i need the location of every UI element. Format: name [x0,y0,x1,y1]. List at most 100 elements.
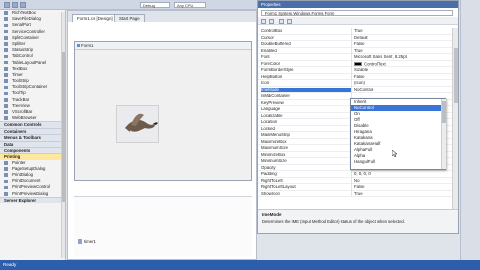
properties-icon[interactable] [279,18,284,24]
property-name: IsMdiContainer [261,94,290,98]
form-titlebar: Form1 [75,42,251,50]
control-icon [4,116,8,121]
property-value-text: True [354,191,363,196]
description-title: ImeMode [262,212,282,217]
timer-icon [78,239,82,244]
property-value[interactable]: True [354,29,450,33]
control-icon [4,91,8,96]
toolbox-item[interactable]: WebBrowser [0,115,65,121]
property-name: RightToLeftLayout [261,185,296,189]
toolbox-item-label: PrintPreviewDialog [12,190,49,196]
property-value[interactable]: Default [354,36,450,40]
control-icon [4,104,8,108]
property-value-text: Default [354,35,368,40]
property-value-text: 0, 0, 0, 0 [354,172,371,176]
property-name: DoubleBuffered [261,42,291,46]
property-value-text: True [354,48,363,53]
property-name: ImeMode [261,87,351,92]
property-name: MaximumSize [261,146,288,150]
properties-toolbar [258,17,458,25]
property-name: Font [261,55,270,59]
tab-form-design[interactable]: Form1.cs [Design] [72,14,118,22]
property-row[interactable]: ShowIcon True [258,190,452,197]
toolbox-item-label: ToolTip [12,90,26,96]
imemode-dropdown[interactable]: Inherit NoControl On Off Disable Hiragana Kata… [350,98,446,170]
property-value[interactable]: ControlText [354,61,450,67]
toolbar-button[interactable] [12,2,18,8]
control-icon [4,36,8,40]
control-icon [4,48,8,53]
toolbox-item-label: TreeView [12,102,30,108]
platform-select[interactable]: Any CPU [174,2,206,8]
config-select[interactable]: Debug [140,2,170,8]
form-icon [77,44,80,47]
control-icon [4,110,8,114]
toolbox-scrollbar[interactable] [61,12,65,258]
component-tray: timer1 [74,196,252,256]
toolbar-button[interactable] [4,2,10,8]
toolbox-item-label: Splitter [12,40,26,46]
alphabetical-icon[interactable] [269,18,274,24]
property-value[interactable]: Sizable [354,68,450,72]
property-value-text: ControlText [364,61,386,66]
property-name: Opacity [261,165,276,170]
control-icon [4,17,8,22]
property-name: MinimizeBox [261,152,286,157]
property-value[interactable]: True [354,192,450,196]
toolbar-button[interactable] [20,2,26,8]
toolbox-panel: RichTextBox SaveFileDialog SerialPort Servi… [0,10,66,260]
toolbox-item-label: Timer [12,71,23,77]
property-name: Cursor [261,35,274,40]
property-value[interactable]: Microsoft Sans Serif, 8.25pt [354,55,450,59]
object-selector[interactable]: Form1 System.Windows.Forms.Form [261,10,453,16]
mouse-cursor-icon [392,150,398,157]
toolbox-item-label: PageSetupDialog [12,165,46,171]
goose-image [125,113,158,133]
toolbox-item[interactable]: PrintPreviewDialog [0,191,65,197]
control-icon [4,97,8,102]
toolbox-item-label: ToolStrip [12,78,29,84]
property-name: MaximizeBox [261,139,287,144]
control-icon [4,191,8,196]
property-value[interactable]: (Icon) [354,81,450,85]
property-value[interactable]: True [354,49,450,53]
categorized-icon[interactable] [261,18,266,24]
form-title: Form1 [81,43,94,48]
property-value[interactable]: No [354,179,450,183]
properties-scrollbar[interactable] [452,28,458,209]
property-name: Icon [261,81,270,85]
property-name: RightToLeft [261,178,283,183]
property-value-text: False [354,74,365,79]
toolbox-item-label: TabControl [12,53,33,59]
toolbox-item-label: SplitContainer [12,34,39,40]
events-icon[interactable] [287,18,292,24]
control-icon [4,185,8,190]
property-value[interactable]: False [354,75,450,79]
picturebox[interactable] [116,105,159,143]
dropdown-scrollbar[interactable] [441,99,446,169]
toolbox-item-label: WebBrowser [12,115,37,121]
property-value[interactable]: NoControl [354,88,450,92]
property-name: FormBorderStyle [261,68,294,72]
property-value[interactable]: False [354,185,450,189]
property-name: Location [261,120,278,124]
dropdown-option[interactable]: HangulFull [351,159,445,165]
control-icon [4,73,8,77]
control-icon [4,66,8,71]
status-bar: Ready [0,260,480,270]
control-icon [4,60,8,65]
toolbox-item-label: TextBox [12,65,28,71]
property-value[interactable]: 0, 0, 0, 0 [354,172,450,176]
toolbox-item-label: VScrollBar [12,109,33,114]
document-tabs: Form1.cs [Design] Start Page [68,11,256,22]
tray-component[interactable]: timer1 [78,239,96,244]
control-icon [4,29,8,34]
toolbox-item-label: PrintPreviewControl [12,184,50,190]
toolbox-item-label: PrintDialog [12,172,34,178]
property-value[interactable]: False [354,42,450,46]
form-window[interactable]: Form1 [74,41,252,181]
server-explorer-tab[interactable]: Server Explorer [0,196,65,204]
description-pane: ImeMode Determines the IME (Input Method… [258,209,458,233]
property-value-text: False [354,42,365,46]
tab-start-page[interactable]: Start Page [114,14,145,22]
